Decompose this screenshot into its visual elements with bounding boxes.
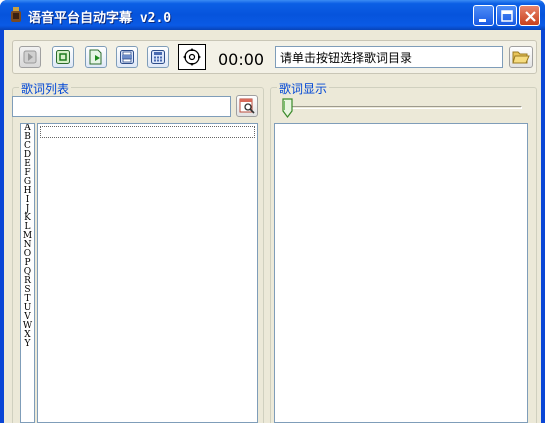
list-focus-item[interactable]	[40, 126, 255, 138]
time-display: 00:00	[218, 50, 265, 69]
lyric-display-label: 歌词显示	[277, 80, 330, 97]
client-area: 00:00 请单击按钮选择歌词目录 歌词列表 A B C D E F G H I…	[4, 30, 541, 423]
alphabet-index: A B C D E F G H I J K L M N O P Q R S T …	[20, 123, 35, 423]
toolbar: 00:00 请单击按钮选择歌词目录	[12, 40, 537, 74]
minimize-icon	[479, 19, 486, 22]
open-file-button[interactable]	[85, 46, 107, 68]
lyric-directory-field[interactable]: 请单击按钮选择歌词目录	[275, 46, 503, 68]
slider-track	[284, 106, 522, 109]
minimize-button[interactable]	[473, 5, 494, 26]
folder-open-icon	[512, 51, 530, 64]
browse-folder-button[interactable]	[509, 46, 533, 68]
search-icon	[239, 98, 255, 114]
lyric-display-area[interactable]	[274, 123, 528, 423]
lyric-search-input[interactable]	[12, 96, 231, 117]
printer-icon	[120, 50, 134, 64]
calculator-icon	[151, 50, 165, 64]
search-button[interactable]	[236, 95, 258, 117]
app-icon	[11, 7, 21, 22]
play-button[interactable]	[19, 46, 41, 68]
progress-slider[interactable]	[280, 98, 528, 120]
maximize-button[interactable]	[496, 5, 517, 26]
title-bar[interactable]: 语音平台自动字幕 v2.0	[0, 0, 545, 30]
crosshair-icon	[183, 48, 201, 66]
play-icon	[23, 50, 37, 64]
close-icon	[525, 11, 536, 22]
stop-icon	[56, 50, 70, 64]
stop-button[interactable]	[52, 46, 74, 68]
close-button[interactable]	[519, 5, 540, 26]
slider-thumb[interactable]	[282, 98, 293, 118]
lyric-list-label: 歌词列表	[19, 80, 72, 97]
window-title: 语音平台自动字幕 v2.0	[28, 11, 172, 26]
calculator-button[interactable]	[147, 46, 169, 68]
alphabet-letter[interactable]: Y	[21, 340, 34, 349]
position-button[interactable]	[178, 44, 206, 70]
lyric-list[interactable]	[37, 123, 258, 423]
app-window: 语音平台自动字幕 v2.0 00:00 请单击按钮选择歌词目录 歌词列表 A B…	[0, 0, 545, 423]
file-play-icon	[89, 49, 102, 65]
maximize-icon	[501, 10, 513, 22]
print-button[interactable]	[116, 46, 138, 68]
